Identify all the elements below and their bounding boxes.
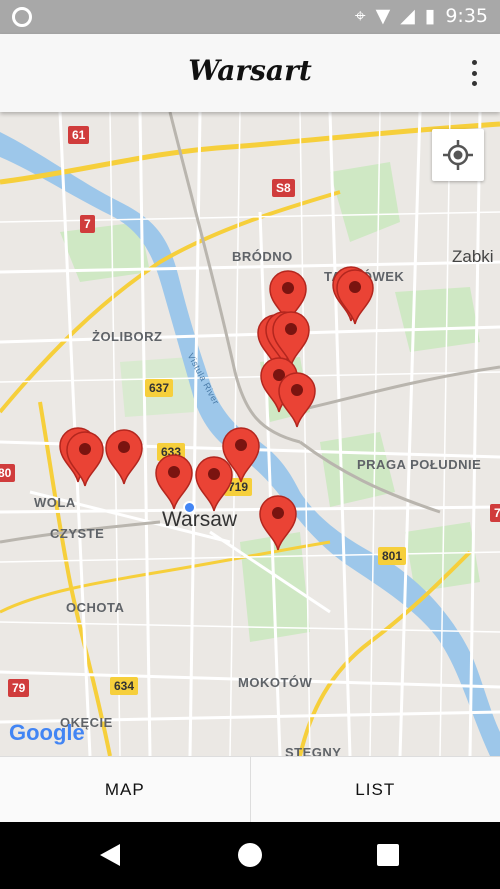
district-label: BRÓDNO xyxy=(232,249,293,264)
map-marker-icon[interactable] xyxy=(64,429,106,487)
wifi-icon: ▼ xyxy=(375,5,391,27)
recent-apps-icon[interactable] xyxy=(377,844,399,866)
road-shield: 80 xyxy=(0,464,16,482)
district-label: CZYSTE xyxy=(50,526,105,541)
district-label: OCHOTA xyxy=(66,600,125,615)
my-location-icon xyxy=(443,140,473,170)
district-label: PRAGA POŁUDNIE xyxy=(357,457,482,472)
district-label: WOLA xyxy=(34,495,76,510)
app-bar: Warsart xyxy=(0,34,500,112)
google-logo: Google xyxy=(9,720,85,745)
district-label: MOKOTÓW xyxy=(238,675,313,690)
district-label: Zabki xyxy=(452,247,494,266)
overflow-menu-icon[interactable] xyxy=(470,60,478,86)
map-marker-icon[interactable] xyxy=(334,267,376,325)
map-view[interactable]: BRÓDNO TARGÓWEK Zabki ŻOLIBORZ WOLA CZYS… xyxy=(0,112,500,756)
signal-icon: ◢ xyxy=(400,5,415,27)
road-shield: 7 xyxy=(490,504,500,522)
road-shield: S8 xyxy=(272,179,295,197)
district-label: ŻOLIBORZ xyxy=(92,329,163,344)
location-icon: ⌖ xyxy=(354,5,366,27)
notification-icon xyxy=(12,7,32,27)
map-marker-icon[interactable] xyxy=(103,427,145,485)
status-bar: ⌖ ▼ ◢ ▮ 9:35 xyxy=(0,0,500,34)
my-location-button[interactable] xyxy=(432,129,484,181)
road-shield: 61 xyxy=(68,126,90,144)
tab-list[interactable]: LIST xyxy=(249,757,500,823)
road-shield: 7 xyxy=(80,215,95,233)
map-marker-icon[interactable] xyxy=(257,493,299,551)
road-shield: 637 xyxy=(145,379,174,397)
back-icon[interactable] xyxy=(100,844,120,866)
current-location-dot xyxy=(183,501,196,514)
road-shield: 79 xyxy=(8,679,30,697)
map-marker-icon[interactable] xyxy=(276,370,318,428)
district-label: STEGNY xyxy=(285,745,342,756)
status-time: 9:35 xyxy=(445,5,488,27)
map-marker-icon[interactable] xyxy=(193,454,235,512)
system-nav-bar xyxy=(0,822,500,889)
road-shield: 801 xyxy=(378,547,407,565)
tab-map[interactable]: MAP xyxy=(0,757,250,823)
bottom-tab-bar: MAP LIST xyxy=(0,756,500,823)
home-icon[interactable] xyxy=(238,843,262,867)
app-title: Warsart xyxy=(188,54,312,87)
road-shield: 634 xyxy=(110,677,139,695)
battery-icon: ▮ xyxy=(424,5,436,27)
